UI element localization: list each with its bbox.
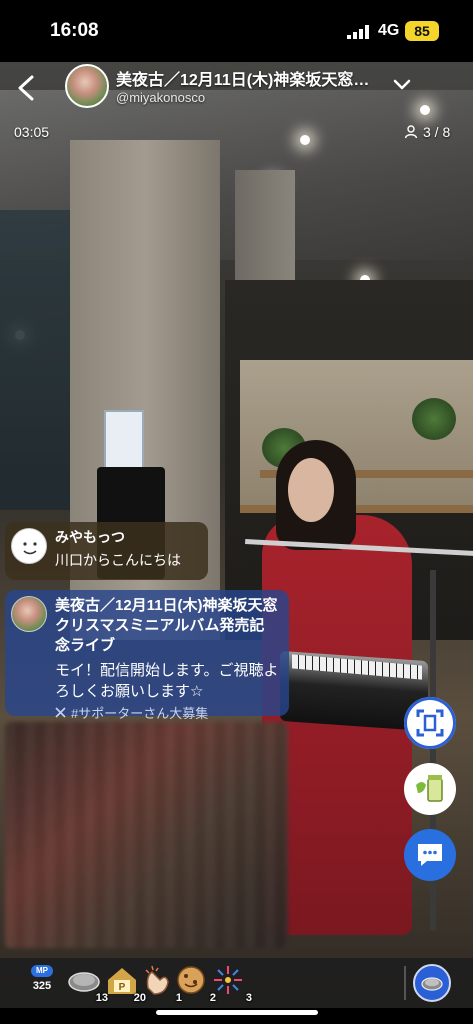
divider [404,966,406,1000]
capture-button[interactable] [404,697,456,749]
signal-icon [347,25,369,39]
face-doodle-icon [23,542,37,555]
clap-gift-icon [145,965,169,995]
drink-gift-button[interactable] [404,763,456,815]
home-indicator[interactable] [156,1010,318,1015]
cookie-gift-icon [177,966,205,994]
comment-item[interactable]: みやもっつ 川口からこんにちは [5,522,208,580]
person-icon [404,125,418,139]
mp-badge: MP [31,965,53,977]
gift-item[interactable]: 3 [210,962,252,1004]
network-type: 4G [378,22,400,39]
ceiling-light [300,135,310,145]
gift-item[interactable]: 13 [66,962,108,1004]
commenter-avatar [11,528,47,564]
status-bar: 16:08 4G 85 [0,0,473,62]
svg-text:P: P [119,982,126,993]
gift-bar: MP 325 13 P 20 1 2 3 [0,958,473,1008]
comment-icon [418,844,442,866]
shelf-board [240,505,473,513]
back-arrow-icon[interactable] [14,74,38,102]
hashtag-text: #サポーターさん大募集 [71,706,209,721]
gift-item[interactable]: 2 [174,962,216,1004]
comment-text: モイ！配信開始します。ご視聴よろしくお願いします☆ [55,662,279,700]
commenter-name: みやもっつ [55,529,125,545]
gift-item[interactable]: P 20 [104,962,146,1004]
chevron-down-icon[interactable] [392,76,412,94]
capture-icon [416,709,444,737]
streamer-handle[interactable]: @miyakonosco [116,90,205,105]
fireworks-gift-icon [214,966,242,994]
mp-value: 325 [32,980,52,992]
commenter-name: 美夜古／12月11日(木)神楽坂天窓クリスマスミニアルバム発売記念ライブ [55,597,278,654]
blurred-overlay [5,722,288,948]
wall-sign [104,410,144,470]
status-time: 16:08 [50,20,99,41]
glass-wall [0,210,70,510]
elapsed-time: 03:05 [14,124,50,140]
coin-button[interactable] [413,964,451,1002]
hashtag-line[interactable]: #サポーターさん大募集 [55,703,279,722]
drink-gift-icon [416,775,443,802]
commenter-avatar [11,596,47,632]
comment-button[interactable] [404,829,456,881]
coin-icon [421,977,443,991]
streamer-avatar[interactable] [65,64,109,108]
comment-text: 川口からこんにちは [55,552,181,568]
performer-face [288,458,334,522]
battery-indicator: 85 [405,21,439,41]
plant [412,398,456,440]
mp-points[interactable]: MP 325 [28,965,56,999]
viewer-count[interactable]: 3 / 8 [404,124,450,140]
gift-count: 3 [245,992,252,1004]
stream-header: 美夜古／12月11日(木)神楽坂天窓… @miyakonosco [0,62,473,118]
stream-title[interactable]: 美夜古／12月11日(木)神楽坂天窓… [116,66,386,90]
comment-item[interactable]: 美夜古／12月11日(木)神楽坂天窓クリスマスミニアルバム発売記念ライブ モイ！… [5,590,289,721]
viewer-count-text: 3 / 8 [423,124,451,140]
x-logo-icon [55,707,66,718]
